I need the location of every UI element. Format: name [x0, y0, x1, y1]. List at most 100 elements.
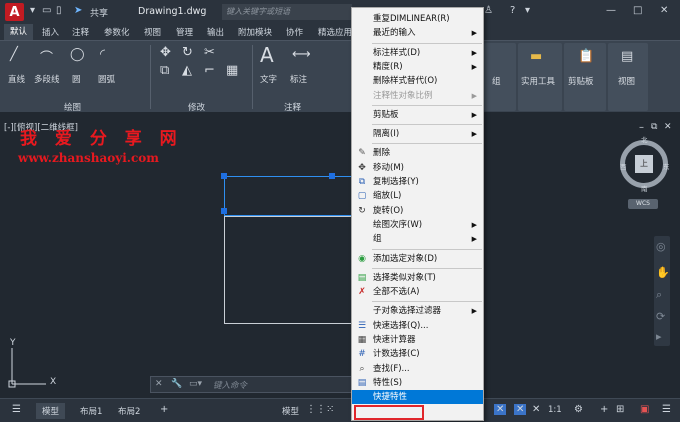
close-icon[interactable]: ✕ [660, 5, 668, 16]
text-tool[interactable]: 文字 [260, 73, 277, 85]
rotate-icon[interactable]: ↻ [182, 45, 193, 60]
model-space-button[interactable]: 模型 [276, 403, 305, 419]
tab-default[interactable]: 默认 [4, 24, 34, 40]
arc-icon[interactable]: ◜ [100, 47, 105, 62]
orbit-icon[interactable]: ⟳ [656, 310, 665, 323]
autocad-logo[interactable]: A [5, 3, 24, 21]
mirror-icon[interactable]: ◭ [182, 63, 192, 78]
fillet-icon[interactable]: ⌐ [204, 63, 215, 78]
arc-tool[interactable]: 圆弧 [98, 73, 115, 85]
command-history-icon[interactable]: ▭▾ [189, 379, 202, 389]
viewcube-north[interactable]: 北 [641, 134, 648, 144]
menu-item[interactable]: ▦ 快速计算器 [352, 333, 483, 347]
tab-annotate[interactable]: 注释 [72, 26, 89, 38]
menu-item[interactable]: 精度(R) ▶ [352, 60, 483, 74]
tab-parametric[interactable]: 参数化 [104, 26, 130, 38]
dimension-tool[interactable]: 标注 [290, 73, 307, 85]
menu-item[interactable]: ↻ 旋转(O) [352, 204, 483, 218]
menu-item[interactable]: ⌕ 查找(F)... [352, 362, 483, 376]
array-icon[interactable]: ▦ [226, 63, 238, 78]
zoom-icon[interactable]: ⌕ [656, 288, 662, 302]
tab-manage[interactable]: 管理 [176, 26, 193, 38]
group-panel[interactable]: 组 [484, 43, 516, 111]
clipboard-panel[interactable]: 📋 剪贴板 [564, 43, 606, 111]
viewcube[interactable]: 上 [620, 140, 668, 188]
tab-featured-apps[interactable]: 精选应用 [318, 26, 352, 38]
share-button[interactable]: 共享 [90, 6, 108, 19]
menu-item[interactable]: ⧉ 复制选择(Y) [352, 175, 483, 189]
copy-icon[interactable]: ⧉ [160, 63, 169, 78]
units-icon[interactable]: ⊞ [616, 404, 624, 415]
line-icon[interactable]: ╱ [10, 47, 18, 62]
dropdown-arrow-icon[interactable]: ▾ [30, 5, 35, 16]
workspace-icon[interactable]: ⚙ [574, 404, 583, 415]
trim-icon[interactable]: ✂ [204, 45, 215, 60]
move-icon[interactable]: ✥ [160, 45, 171, 60]
pan-icon[interactable]: ✋ [656, 266, 670, 279]
help-dropdown-icon[interactable]: ▾ [525, 5, 530, 16]
grip-point[interactable] [221, 173, 227, 179]
menu-item[interactable]: ✥ 移动(M) [352, 161, 483, 175]
scale-dropdown-icon[interactable]: ✕ [532, 404, 540, 415]
new-file-icon[interactable]: ▭ [42, 5, 51, 16]
menu-item[interactable]: ✎ 删除 [352, 146, 483, 160]
maximize-icon[interactable]: □ [633, 5, 642, 16]
viewcube-face[interactable]: 上 [635, 155, 653, 173]
menu-item[interactable]: 隔离(I) ▶ [352, 127, 483, 141]
drawn-rectangle[interactable] [224, 216, 364, 324]
menu-item[interactable]: 重复DIMLINEAR(R) [352, 12, 483, 26]
polyline-icon[interactable]: ⌒ [40, 47, 53, 66]
share-icon[interactable]: ➤ [74, 5, 82, 16]
menu-item[interactable]: # 计数选择(C) [352, 347, 483, 361]
text-icon[interactable]: A [260, 43, 274, 67]
menu-item[interactable]: ▤ 特性(S) [352, 376, 483, 390]
snap-icon[interactable]: ⁙ [326, 404, 334, 415]
utilities-panel[interactable]: ▬ 实用工具 [518, 43, 562, 111]
menu-item[interactable]: 组 ▶ [352, 232, 483, 246]
isolate-icon[interactable]: ▣ [640, 404, 649, 415]
menu-item[interactable]: 删除样式替代(O) [352, 74, 483, 88]
user-icon[interactable]: ♙ [484, 5, 493, 16]
viewport-restore-icon[interactable]: ⧉ [651, 122, 657, 132]
circle-tool[interactable]: 圆 [72, 73, 81, 85]
menu-item[interactable]: ▤ 选择类似对象(T) [352, 271, 483, 285]
menu-item[interactable]: ☰ 快速选择(Q)... [352, 319, 483, 333]
minimize-icon[interactable]: — [606, 5, 616, 16]
annotation-visibility-icon[interactable]: ✕ [494, 404, 507, 415]
viewport-close-icon[interactable]: ✕ [664, 122, 672, 132]
showmotion-icon[interactable]: ▸ [656, 330, 662, 343]
annotation-monitor-icon[interactable]: + [600, 404, 608, 415]
customize-icon[interactable]: ☰ [662, 404, 671, 415]
auto-scale-icon[interactable]: ✕ [514, 404, 527, 415]
view-panel[interactable]: ▤ 视图 [608, 43, 648, 111]
search-input[interactable]: 键入关键字或短语 [222, 4, 352, 20]
steering-wheel-icon[interactable]: ◎ [656, 240, 666, 253]
viewport-minimize-icon[interactable]: – [639, 122, 644, 133]
tab-model[interactable]: 模型 [36, 403, 66, 419]
command-settings-icon[interactable]: 🔧 [171, 379, 182, 389]
tab-view[interactable]: 视图 [144, 26, 161, 38]
help-icon[interactable]: ? [510, 5, 515, 16]
menu-icon[interactable]: ☰ [12, 404, 21, 415]
menu-item[interactable]: ◉ 添加选定对象(D) [352, 252, 483, 266]
tab-layout2[interactable]: 布局2 [112, 403, 146, 419]
selected-rectangle[interactable] [224, 176, 364, 216]
add-layout-icon[interactable]: + [160, 404, 168, 415]
grip-point[interactable] [221, 208, 227, 214]
polyline-tool[interactable]: 多段线 [34, 73, 60, 85]
menu-item[interactable]: 快捷特性 [352, 390, 483, 405]
menu-item[interactable]: 绘图次序(W) ▶ [352, 218, 483, 232]
grip-point[interactable] [329, 173, 335, 179]
grid-icon[interactable]: ⋮⋮ [306, 404, 326, 415]
tab-addins[interactable]: 附加模块 [238, 26, 272, 38]
annotation-scale[interactable]: 1:1 [542, 403, 568, 417]
tab-layout1[interactable]: 布局1 [74, 403, 108, 419]
menu-item[interactable]: ✗ 全部不选(A) [352, 285, 483, 299]
dimension-icon[interactable]: ⟷ [292, 47, 311, 62]
command-close-icon[interactable]: ✕ [155, 379, 163, 389]
menu-item[interactable]: 子对象选择过滤器 ▶ [352, 304, 483, 318]
save-icon[interactable]: ▯ [56, 5, 62, 16]
command-input[interactable]: 键入命令 [213, 379, 247, 391]
menu-item[interactable]: 剪贴板 ▶ [352, 108, 483, 122]
tab-output[interactable]: 输出 [207, 26, 224, 38]
